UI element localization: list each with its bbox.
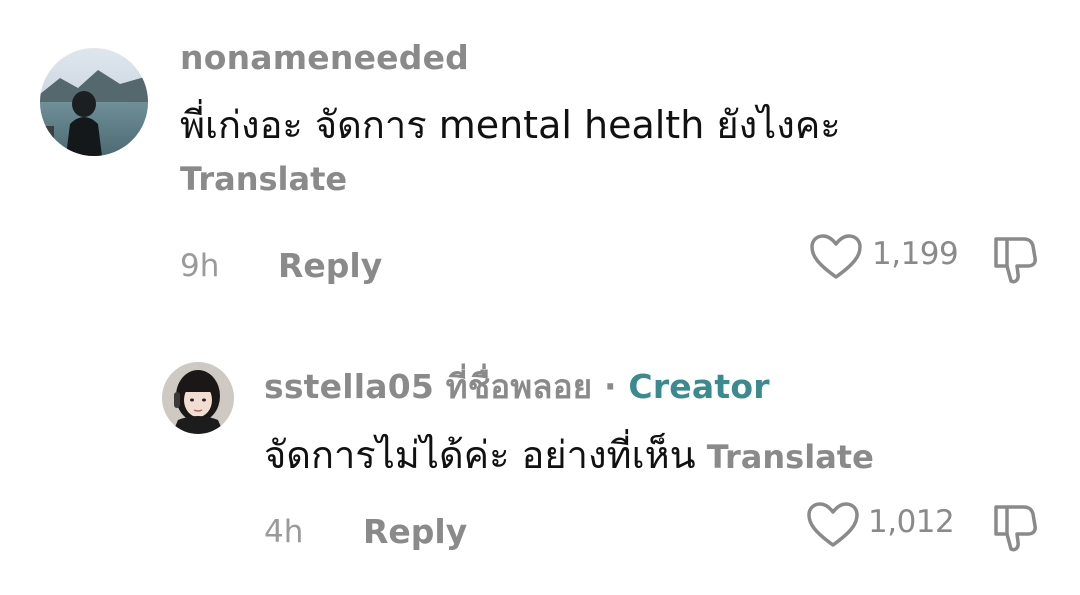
reply-button[interactable]: Reply — [278, 246, 382, 285]
comment-text: พี่เก่งอะ จัดการ mental health ยังไงคะ — [180, 103, 841, 147]
avatar-portrait-image — [162, 362, 234, 434]
comment-text-row: จัดการไม่ได้ค่ะ อย่างที่เห็น Translate — [264, 424, 874, 485]
heart-outline-icon — [807, 502, 859, 547]
like-button[interactable] — [808, 232, 864, 282]
dislike-button[interactable] — [990, 234, 1040, 286]
comment-timestamp: 4h — [264, 514, 304, 550]
like-button[interactable] — [805, 500, 861, 550]
like-count: 1,199 — [872, 236, 959, 272]
dislike-thumb-icon — [994, 237, 1037, 284]
reply-button[interactable]: Reply — [363, 512, 467, 551]
comment-username[interactable]: sstella05 ที่ชื่อพลอย — [264, 367, 592, 406]
comment-username-row: sstella05 ที่ชื่อพลอย · Creator — [264, 360, 770, 413]
creator-badge: Creator — [628, 367, 770, 406]
avatar-lake-image — [40, 48, 148, 156]
comment-timestamp: 9h — [180, 248, 220, 284]
separator-dot: · — [603, 367, 617, 406]
dislike-button[interactable] — [990, 502, 1040, 554]
translate-button[interactable]: Translate — [180, 160, 347, 198]
dislike-thumb-icon — [994, 505, 1037, 552]
translate-button[interactable]: Translate — [707, 438, 874, 476]
comment-username[interactable]: nonameneeded — [180, 38, 469, 77]
like-count: 1,012 — [868, 504, 955, 540]
heart-outline-icon — [810, 234, 862, 279]
avatar-sstella05[interactable] — [162, 362, 234, 434]
comment-text: จัดการไม่ได้ค่ะ อย่างที่เห็น — [264, 433, 696, 477]
avatar-nonameneeded[interactable] — [40, 48, 148, 156]
